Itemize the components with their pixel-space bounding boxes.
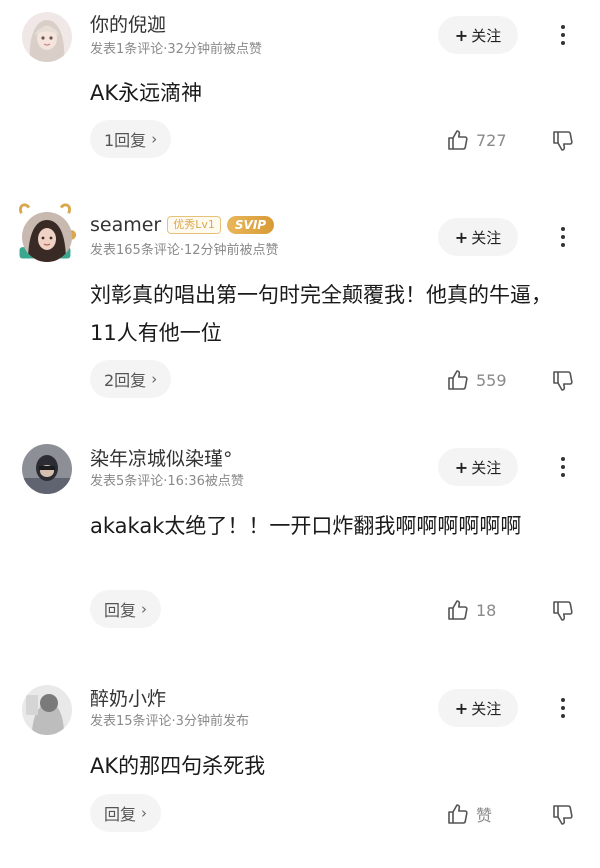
level-badge: 优秀Lv1 bbox=[167, 216, 221, 234]
username[interactable]: seamer bbox=[90, 214, 161, 236]
avatar[interactable] bbox=[22, 12, 72, 62]
reply-label: 回复 bbox=[104, 805, 137, 824]
thumbs-up-icon bbox=[448, 130, 468, 150]
chevron-right-icon: › bbox=[141, 804, 148, 822]
thumbs-down-icon[interactable] bbox=[550, 595, 578, 625]
thumbs-up-icon bbox=[448, 804, 468, 824]
plus-icon: + bbox=[454, 698, 469, 718]
username[interactable]: 醉奶小炸 bbox=[90, 688, 166, 710]
comment-text: AK永远滴神 bbox=[90, 81, 203, 105]
thumbs-up-icon bbox=[448, 600, 468, 620]
comment-text: AK的那四句杀死我 bbox=[90, 754, 266, 778]
comment-meta: 发表165条评论·12分钟前被点赞 bbox=[90, 243, 279, 258]
avatar[interactable] bbox=[22, 685, 72, 735]
comment-meta: 发表1条评论·32分钟前被点赞 bbox=[90, 42, 262, 57]
reply-button[interactable]: 回复 › bbox=[90, 590, 162, 628]
thumbs-down-icon[interactable] bbox=[550, 365, 578, 395]
follow-button[interactable]: + 关注 bbox=[438, 689, 518, 727]
username[interactable]: 染年凉城似染瑾° bbox=[90, 448, 233, 470]
reply-label: 1回复 bbox=[104, 131, 147, 150]
like-count: 559 bbox=[476, 370, 507, 390]
plus-icon: + bbox=[454, 25, 469, 45]
follow-label: 关注 bbox=[471, 26, 502, 45]
name-row: 醉奶小炸 bbox=[90, 688, 166, 710]
like-count: 赞 bbox=[476, 806, 493, 825]
thumbs-up-icon bbox=[448, 370, 468, 390]
reply-button[interactable]: 回复 › bbox=[90, 794, 162, 832]
avatar[interactable] bbox=[22, 444, 72, 494]
like-button[interactable]: 赞 bbox=[446, 799, 492, 829]
reply-label: 回复 bbox=[104, 601, 137, 620]
name-row: seamer 优秀Lv1 SVIP bbox=[90, 214, 275, 236]
more-vertical-icon[interactable] bbox=[552, 222, 574, 252]
comment-text: akakak太绝了！！一开口炸翻我啊啊啊啊啊啊 bbox=[90, 514, 522, 538]
chevron-right-icon: › bbox=[141, 600, 148, 618]
like-button[interactable]: 18 bbox=[446, 595, 496, 625]
thumbs-down-icon[interactable] bbox=[550, 125, 578, 155]
username[interactable]: 你的倪迦 bbox=[90, 14, 166, 36]
chevron-right-icon: › bbox=[151, 370, 158, 388]
avatar[interactable] bbox=[22, 212, 72, 262]
like-button[interactable]: 727 bbox=[446, 125, 507, 155]
comment-text: 刘彰真的唱出第一句时完全颠覆我！他真的牛逼，11人有他一位 bbox=[90, 283, 552, 345]
follow-label: 关注 bbox=[471, 228, 502, 247]
reply-button[interactable]: 1回复 › bbox=[90, 120, 172, 158]
plus-icon: + bbox=[454, 227, 469, 247]
like-button[interactable]: 559 bbox=[446, 365, 507, 395]
chevron-right-icon: › bbox=[151, 130, 158, 148]
comment-meta: 发表5条评论·16:36被点赞 bbox=[90, 474, 244, 489]
like-count: 18 bbox=[476, 600, 497, 620]
comment-meta: 发表15条评论·3分钟前发布 bbox=[90, 714, 249, 729]
thumbs-down-icon[interactable] bbox=[550, 799, 578, 829]
more-vertical-icon[interactable] bbox=[552, 693, 574, 723]
plus-icon: + bbox=[454, 457, 469, 477]
follow-button[interactable]: + 关注 bbox=[438, 448, 518, 486]
follow-label: 关注 bbox=[471, 699, 502, 718]
follow-button[interactable]: + 关注 bbox=[438, 218, 518, 256]
follow-label: 关注 bbox=[471, 458, 502, 477]
name-row: 你的倪迦 bbox=[90, 14, 166, 36]
more-vertical-icon[interactable] bbox=[552, 20, 574, 50]
reply-button[interactable]: 2回复 › bbox=[90, 360, 172, 398]
follow-button[interactable]: + 关注 bbox=[438, 16, 518, 54]
more-vertical-icon[interactable] bbox=[552, 452, 574, 482]
svip-badge: SVIP bbox=[226, 216, 275, 234]
reply-label: 2回复 bbox=[104, 371, 147, 390]
like-count: 727 bbox=[476, 130, 507, 150]
name-row: 染年凉城似染瑾° bbox=[90, 448, 233, 470]
